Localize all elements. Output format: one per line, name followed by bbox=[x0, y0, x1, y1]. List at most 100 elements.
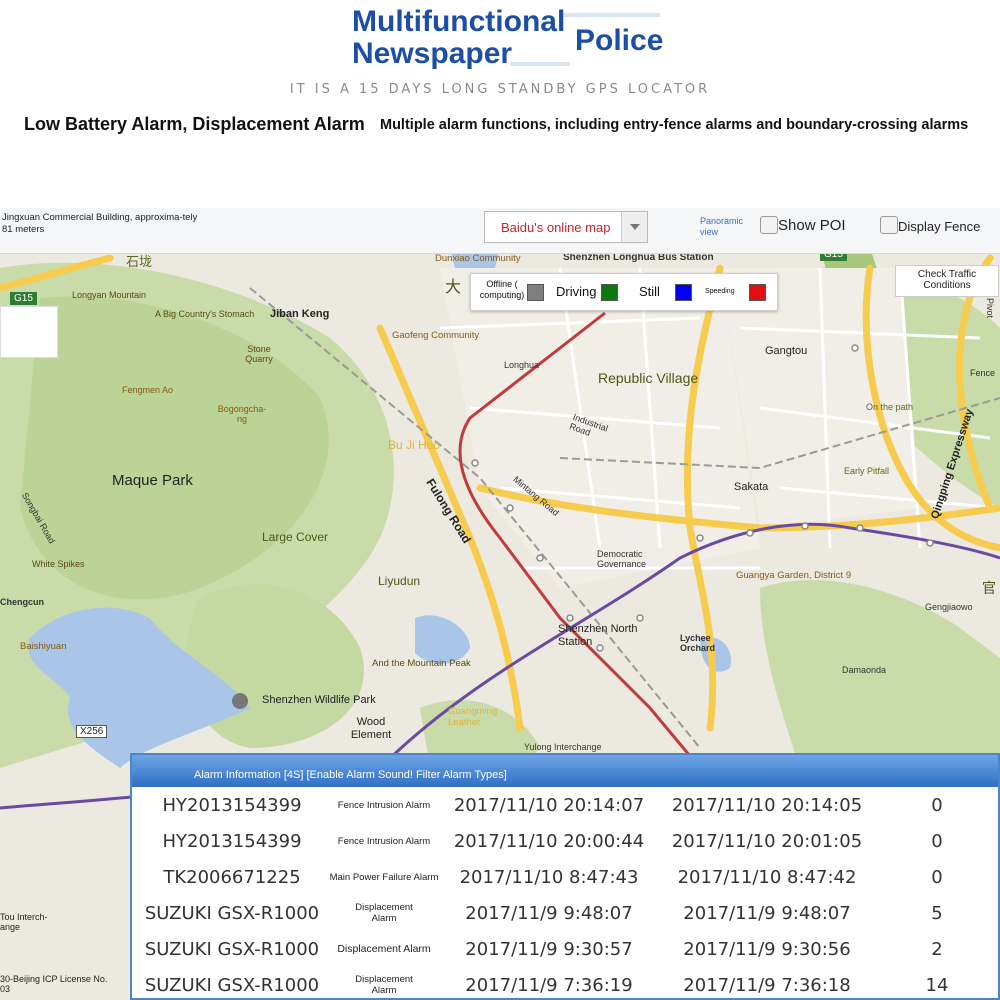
alarm-time: 2017/11/9 9:48:07 bbox=[465, 902, 633, 924]
alarm-type: Fence Intrusion Alarm bbox=[337, 835, 431, 847]
map-label: Baishiyuan bbox=[20, 641, 67, 652]
map-label: Gaofeng Community bbox=[392, 330, 480, 341]
map-label: 官 bbox=[982, 580, 996, 596]
alarm-count: 14 bbox=[925, 974, 949, 996]
alarm-type: Fence Intrusion Alarm bbox=[337, 799, 431, 811]
alarm-device-id: TK2006671225 bbox=[163, 866, 301, 888]
map-label: Fence bbox=[970, 368, 996, 378]
map-label: And the Mountain Peak bbox=[372, 658, 471, 669]
show-poi-checkbox[interactable] bbox=[760, 216, 778, 234]
subtitle-main: Low Battery Alarm, Displacement Alarm bbox=[24, 114, 365, 134]
map-label: Damaonda bbox=[842, 665, 887, 675]
alarm-panel-header[interactable]: Alarm Information [4S] [Enable Alarm Sou… bbox=[132, 755, 998, 787]
alarm-gps-time: 2017/11/9 9:30:56 bbox=[683, 938, 851, 960]
map-license: 30-Beijing ICP License No. 03 bbox=[0, 974, 108, 994]
map-label: White Spikes bbox=[32, 559, 85, 569]
map-label: Shenzhen North Station bbox=[558, 623, 638, 648]
map-label: Jiban Keng bbox=[270, 308, 330, 320]
map-label: 大 bbox=[445, 279, 462, 296]
alarm-count: 0 bbox=[931, 830, 943, 852]
alarm-row[interactable]: SUZUKI GSX-R1000 Displacement Alarm 2017… bbox=[132, 931, 998, 967]
map-label: Shenzhen Wildlife Park bbox=[262, 694, 376, 706]
map-side-panel[interactable] bbox=[0, 306, 58, 358]
map-label: Early Pitfall bbox=[844, 466, 890, 476]
legend-still-label: Still bbox=[639, 284, 660, 299]
alarm-row[interactable]: SUZUKI GSX-R1000 Displacement Alarm 2017… bbox=[132, 967, 998, 998]
alarm-count: 0 bbox=[931, 794, 943, 816]
alarm-time: 2017/11/10 20:14:07 bbox=[453, 794, 645, 816]
map-label: Democratic Governance bbox=[597, 549, 647, 569]
alarm-device-id: SUZUKI GSX-R1000 bbox=[144, 974, 320, 996]
legend-speeding-swatch bbox=[749, 284, 766, 301]
legend-offline-swatch bbox=[527, 284, 544, 301]
alarm-row[interactable]: HY2013154399 Fence Intrusion Alarm 2017/… bbox=[132, 787, 998, 823]
alarm-type: Displacement Alarm bbox=[355, 974, 413, 996]
road-badge: X256 bbox=[76, 725, 108, 738]
title-line1: Multifunctional bbox=[352, 5, 566, 38]
header-decor-line bbox=[560, 13, 660, 17]
status-legend: Offline ( computing) Driving Still Speed… bbox=[470, 273, 778, 311]
map-label: Stone Quarry bbox=[245, 344, 273, 364]
location-address: Jingxuan Commercial Building, approxima-… bbox=[2, 212, 198, 235]
alarm-device-id: SUZUKI GSX-R1000 bbox=[144, 938, 320, 960]
legend-speeding-label: Speeding bbox=[705, 288, 735, 295]
title-police: Police bbox=[575, 24, 664, 57]
alarm-type: Main Power Failure Alarm bbox=[329, 871, 439, 883]
alarm-gps-time: 2017/11/10 20:01:05 bbox=[671, 830, 863, 852]
show-poi-label: Show POI bbox=[778, 217, 846, 234]
legend-driving-label: Driving bbox=[556, 284, 597, 299]
alarm-gps-time: 2017/11/10 20:14:05 bbox=[671, 794, 863, 816]
alarm-type: Displacement Alarm bbox=[337, 942, 431, 955]
map-label: Longhua bbox=[504, 360, 540, 370]
alarm-gps-time: 2017/11/10 8:47:42 bbox=[677, 866, 857, 888]
map-label: Bogongcha-ng bbox=[217, 404, 267, 424]
map-label: Gengjiaowo bbox=[925, 602, 973, 612]
alarm-time: 2017/11/10 8:47:43 bbox=[459, 866, 639, 888]
map-label: Liyudun bbox=[378, 574, 421, 588]
map-label: Longyan Mountain bbox=[72, 290, 147, 300]
map-label: Pivot bbox=[985, 297, 996, 319]
title-block: Multifunctional Newspaper bbox=[352, 6, 565, 70]
map-label: Guangming Leather bbox=[448, 706, 498, 728]
alarm-time: 2017/11/9 7:36:19 bbox=[465, 974, 633, 996]
map-label: Tou Interch-ange bbox=[0, 912, 48, 932]
display-fence-checkbox[interactable] bbox=[880, 216, 898, 234]
legend-offline-label: Offline ( computing) bbox=[479, 279, 525, 300]
panoramic-view-link[interactable]: Panoramic view bbox=[700, 216, 752, 238]
map-label: Large Cover bbox=[262, 530, 329, 544]
alarm-device-id: HY2013154399 bbox=[162, 830, 302, 852]
alarm-device-id: SUZUKI GSX-R1000 bbox=[144, 902, 320, 924]
map-label: Bu Ji Huo bbox=[388, 438, 441, 452]
map-label: Fengmen Ao bbox=[122, 385, 174, 395]
map-type-select[interactable]: Baidu's online map bbox=[484, 211, 648, 243]
map-label: Wood Element bbox=[350, 716, 392, 741]
alarm-count: 5 bbox=[931, 902, 943, 924]
park-icon bbox=[232, 693, 248, 709]
title-line2: Newspaper bbox=[352, 37, 513, 70]
highway-badge: G15 bbox=[10, 292, 37, 305]
legend-driving-swatch bbox=[601, 284, 618, 301]
subtitle-description: Multiple alarm functions, including entr… bbox=[380, 117, 969, 133]
map-type-label: Baidu's online map bbox=[501, 220, 611, 235]
map-label: Republic Village bbox=[598, 370, 699, 386]
traffic-conditions-button[interactable]: Check Traffic Conditions bbox=[895, 265, 999, 297]
alarm-panel-title: Alarm Information [4S] [Enable Alarm Sou… bbox=[194, 769, 507, 781]
alarm-row[interactable]: HY2013154399 Fence Intrusion Alarm 2017/… bbox=[132, 823, 998, 859]
alarm-row[interactable]: SUZUKI GSX-R1000 Displacement Alarm 2017… bbox=[132, 895, 998, 931]
map-toolbar: Jingxuan Commercial Building, approxima-… bbox=[0, 208, 1000, 254]
map-label: On the path bbox=[866, 402, 914, 412]
chevron-down-icon[interactable] bbox=[621, 212, 647, 242]
map-label: Lychee Orchard bbox=[680, 633, 716, 653]
alarm-gps-time: 2017/11/9 9:48:07 bbox=[683, 902, 851, 924]
legend-still-swatch bbox=[675, 284, 692, 301]
alarm-time: 2017/11/10 20:00:44 bbox=[453, 830, 645, 852]
display-fence-label: Display Fence bbox=[898, 219, 981, 234]
alarm-count: 2 bbox=[931, 938, 943, 960]
alarm-gps-time: 2017/11/9 7:36:18 bbox=[683, 974, 851, 996]
alarm-count: 0 bbox=[931, 866, 943, 888]
map-label: Maque Park bbox=[112, 472, 193, 489]
map-label: Chengcun bbox=[0, 597, 44, 607]
map-view[interactable]: 石垅 G15 G15 Dunxiao Community Shenzhen Lo… bbox=[0, 208, 1000, 1000]
alarm-row[interactable]: TK2006671225 Main Power Failure Alarm 20… bbox=[132, 859, 998, 895]
map-label: Guangya Garden, District 9 bbox=[736, 570, 852, 581]
